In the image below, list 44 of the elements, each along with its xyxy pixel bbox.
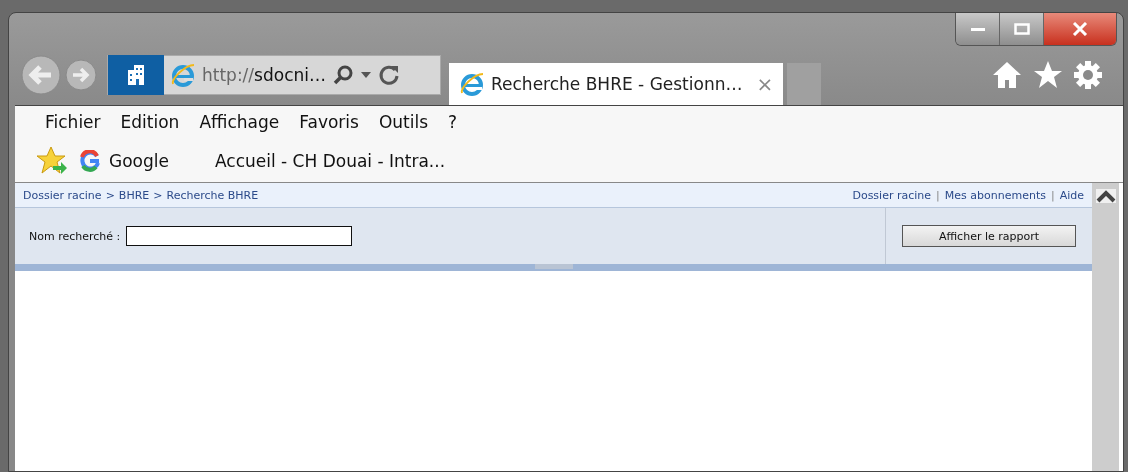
maximize-icon xyxy=(1013,23,1030,35)
tab-close-button[interactable]: × xyxy=(756,72,774,96)
minimize-icon xyxy=(969,26,986,32)
close-icon xyxy=(1072,22,1088,36)
star-icon[interactable] xyxy=(1033,60,1063,90)
scrollbar[interactable] xyxy=(1092,183,1119,471)
menu-item[interactable]: ? xyxy=(448,112,458,140)
header-link[interactable]: Mes abonnements xyxy=(944,188,1046,202)
menu-item[interactable]: Edition xyxy=(120,112,180,140)
maximize-button[interactable] xyxy=(1000,13,1044,45)
ie-logo-icon xyxy=(170,62,196,88)
settings-icon[interactable] xyxy=(1073,60,1103,90)
building-icon xyxy=(108,55,164,95)
google-icon xyxy=(79,150,101,172)
close-button[interactable] xyxy=(1044,13,1116,45)
scroll-up-icon[interactable] xyxy=(1095,189,1116,203)
ie-logo-icon xyxy=(459,71,485,97)
name-input-field[interactable] xyxy=(126,226,353,246)
link-divider: | xyxy=(1050,188,1055,202)
address-bar[interactable]: http://sdocni… xyxy=(107,55,441,95)
menu-item[interactable]: Outils xyxy=(378,112,429,140)
minimize-button[interactable] xyxy=(956,13,1000,45)
home-icon[interactable] xyxy=(991,60,1023,90)
link-divider: | xyxy=(936,188,940,202)
header-link[interactable]: Dossier racine xyxy=(852,188,932,202)
tab-title: Recherche BHRE - Gestionn… xyxy=(491,74,743,94)
splitter-handle[interactable] xyxy=(534,264,573,269)
view-report-button[interactable]: Afficher le rapport xyxy=(902,225,1076,247)
search-icon[interactable] xyxy=(332,64,354,86)
forward-button[interactable] xyxy=(65,59,97,91)
breadcrumb: Dossier racine > BHRE > Recherche BHRE xyxy=(23,188,259,202)
menu-item[interactable]: Favoris xyxy=(299,112,359,140)
favorite-link[interactable]: Google xyxy=(79,150,169,172)
menu-item[interactable]: Affichage xyxy=(199,112,280,140)
refresh-icon[interactable] xyxy=(378,64,400,86)
field-label: Nom recherché : xyxy=(29,229,121,243)
favorite-link[interactable]: Accueil - CH Douai - Intra... xyxy=(214,151,446,171)
header-link[interactable]: Aide xyxy=(1059,188,1084,202)
back-button[interactable] xyxy=(21,55,61,95)
url-text: http://sdocni… xyxy=(202,65,326,85)
browser-tab[interactable]: Recherche BHRE - Gestionn… × xyxy=(449,63,784,105)
menu-item[interactable]: Fichier xyxy=(45,112,101,140)
favorites-star-icon[interactable] xyxy=(37,146,69,176)
caret-icon[interactable] xyxy=(360,71,372,79)
